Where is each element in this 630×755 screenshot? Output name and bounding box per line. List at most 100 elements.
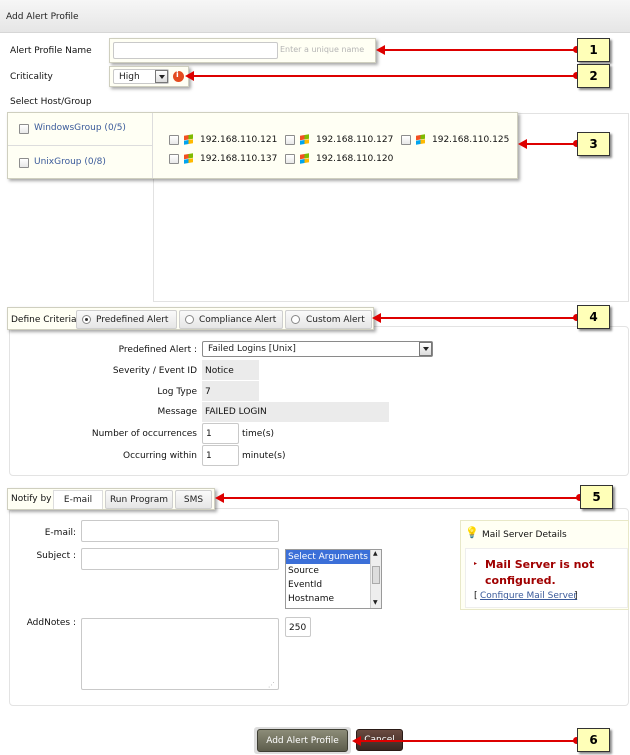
lightbulb-icon: 💡	[465, 526, 479, 539]
host-checkbox[interactable]	[169, 154, 179, 164]
scrollbar[interactable]: ▲ ▼	[370, 550, 381, 608]
occurrences-unit: time(s)	[242, 429, 275, 439]
group-checkbox[interactable]	[19, 158, 29, 168]
occurrences-value: 1	[206, 429, 212, 439]
subject-label: Subject :	[36, 551, 76, 561]
notify-label: Notify by	[11, 494, 52, 504]
within-label: Occurring within	[122, 451, 197, 461]
group-list: WindowsGroup (0/5) UnixGroup (0/8)	[8, 113, 153, 178]
criteria-option-label: Predefined Alert	[96, 315, 169, 325]
profile-name-placeholder: Enter a unique name	[280, 45, 365, 54]
host-label: 192.168.110.120	[316, 154, 394, 164]
argument-option[interactable]: EventId	[286, 578, 370, 592]
profile-name-label: Alert Profile Name	[10, 46, 92, 56]
mail-server-box: ▸ Mail Server is not configured. [ Confi…	[465, 548, 628, 608]
criticality-label: Criticality	[10, 72, 53, 82]
mail-server-title: Mail Server Details	[482, 530, 567, 540]
chevron-down-icon[interactable]	[419, 342, 432, 356]
email-input[interactable]	[81, 520, 279, 542]
resize-handle-icon[interactable]: ⋰	[268, 681, 275, 689]
arrow-line	[360, 740, 578, 742]
scroll-thumb[interactable]	[372, 566, 380, 584]
arrow-line	[223, 497, 580, 499]
tab-sms[interactable]: SMS	[175, 490, 212, 509]
windows-icon	[416, 134, 425, 145]
host-checkbox[interactable]	[285, 135, 295, 145]
host-checkbox[interactable]	[401, 135, 411, 145]
mail-server-warning: Mail Server is not configured.	[485, 558, 595, 587]
criteria-label: Define Criteria	[11, 315, 77, 325]
email-label: E-mail:	[44, 528, 76, 538]
configure-prefix: [	[474, 591, 478, 601]
host-checkbox[interactable]	[285, 154, 295, 164]
add-alert-profile-button[interactable]: Add Alert Profile	[257, 729, 348, 752]
message-label: Message	[157, 407, 197, 417]
radio[interactable]	[291, 315, 300, 324]
within-unit: minute(s)	[242, 451, 286, 461]
notify-tabs: Notify by E-mail Run Program SMS	[7, 488, 215, 510]
log-type-field: 7	[202, 381, 259, 401]
group-label[interactable]: UnixGroup (0/8)	[34, 157, 106, 167]
severity-value: Notice	[205, 366, 234, 376]
message-value: FAILED LOGIN	[205, 407, 267, 417]
within-input[interactable]: 1	[202, 445, 239, 466]
windows-icon	[300, 153, 309, 164]
argument-option[interactable]: Hostname	[286, 592, 370, 606]
severity-label: Severity / Event ID	[112, 366, 197, 376]
profile-name-container: Enter a unique name	[109, 38, 376, 63]
scroll-down-icon[interactable]: ▼	[373, 599, 378, 606]
arrow-line	[384, 49, 578, 51]
char-count: 250	[285, 617, 311, 637]
argument-option[interactable]: Select Arguments	[286, 550, 370, 564]
host-label: 192.168.110.125	[432, 135, 510, 145]
criteria-tabs: Define Criteria Predefined Alert Complia…	[7, 307, 374, 330]
argument-option[interactable]: Source	[286, 564, 370, 578]
scroll-up-icon[interactable]: ▲	[373, 550, 378, 557]
page-title: Add Alert Profile	[6, 12, 79, 22]
callout-5: 5	[580, 485, 613, 509]
group-item-windows[interactable]: WindowsGroup (0/5)	[8, 113, 153, 146]
predefined-alert-value: Failed Logins [Unix]	[208, 344, 296, 354]
host-label: 192.168.110.127	[316, 135, 394, 145]
arrow-line	[193, 75, 578, 77]
arrow-line	[526, 143, 578, 145]
occurrences-label: Number of occurrences	[91, 429, 197, 439]
addnotes-textarea[interactable]: ⋰	[81, 618, 279, 690]
criteria-option-compliance[interactable]: Compliance Alert	[179, 310, 283, 329]
criticality-container: High i	[109, 66, 189, 87]
message-field: FAILED LOGIN	[202, 402, 389, 422]
callout-6: 6	[577, 728, 610, 752]
mail-server-panel: 💡 Mail Server Details ▸ Mail Server is n…	[460, 520, 629, 610]
host-checkbox[interactable]	[169, 135, 179, 145]
page-header: Add Alert Profile	[0, 0, 630, 33]
occurrences-input[interactable]: 1	[202, 423, 239, 444]
criticality-select[interactable]: High	[113, 69, 169, 84]
callout-2: 2	[577, 64, 610, 88]
tab-email[interactable]: E-mail	[53, 490, 103, 509]
criteria-option-custom[interactable]: Custom Alert	[285, 310, 372, 329]
callout-3: 3	[577, 132, 610, 156]
radio-selected[interactable]	[82, 315, 91, 324]
group-item-unix[interactable]: UnixGroup (0/8)	[8, 146, 153, 178]
windows-icon	[184, 134, 193, 145]
configure-suffix: ]	[574, 591, 578, 601]
info-icon[interactable]: i	[173, 70, 184, 82]
radio[interactable]	[185, 315, 194, 324]
predefined-alert-label: Predefined Alert :	[118, 345, 197, 355]
group-label[interactable]: WindowsGroup (0/5)	[34, 123, 126, 133]
log-type-label: Log Type	[157, 387, 197, 397]
criteria-option-predefined[interactable]: Predefined Alert	[76, 310, 177, 329]
host-label: 192.168.110.137	[200, 154, 278, 164]
predefined-alert-select[interactable]: Failed Logins [Unix]	[202, 341, 433, 357]
addnotes-label: AddNotes :	[26, 618, 76, 628]
callout-1: 1	[577, 38, 610, 62]
chevron-down-icon[interactable]	[155, 70, 168, 83]
tab-run-program[interactable]: Run Program	[105, 490, 173, 509]
configure-mail-server-link[interactable]: Configure Mail Server	[480, 591, 577, 601]
profile-name-input[interactable]	[113, 42, 278, 59]
subject-input[interactable]	[81, 548, 279, 570]
group-checkbox[interactable]	[19, 124, 29, 134]
select-host-label: Select Host/Group	[10, 97, 92, 107]
host-label: 192.168.110.121	[200, 135, 278, 145]
arguments-list[interactable]: Select Arguments Source EventId Hostname…	[285, 549, 382, 609]
